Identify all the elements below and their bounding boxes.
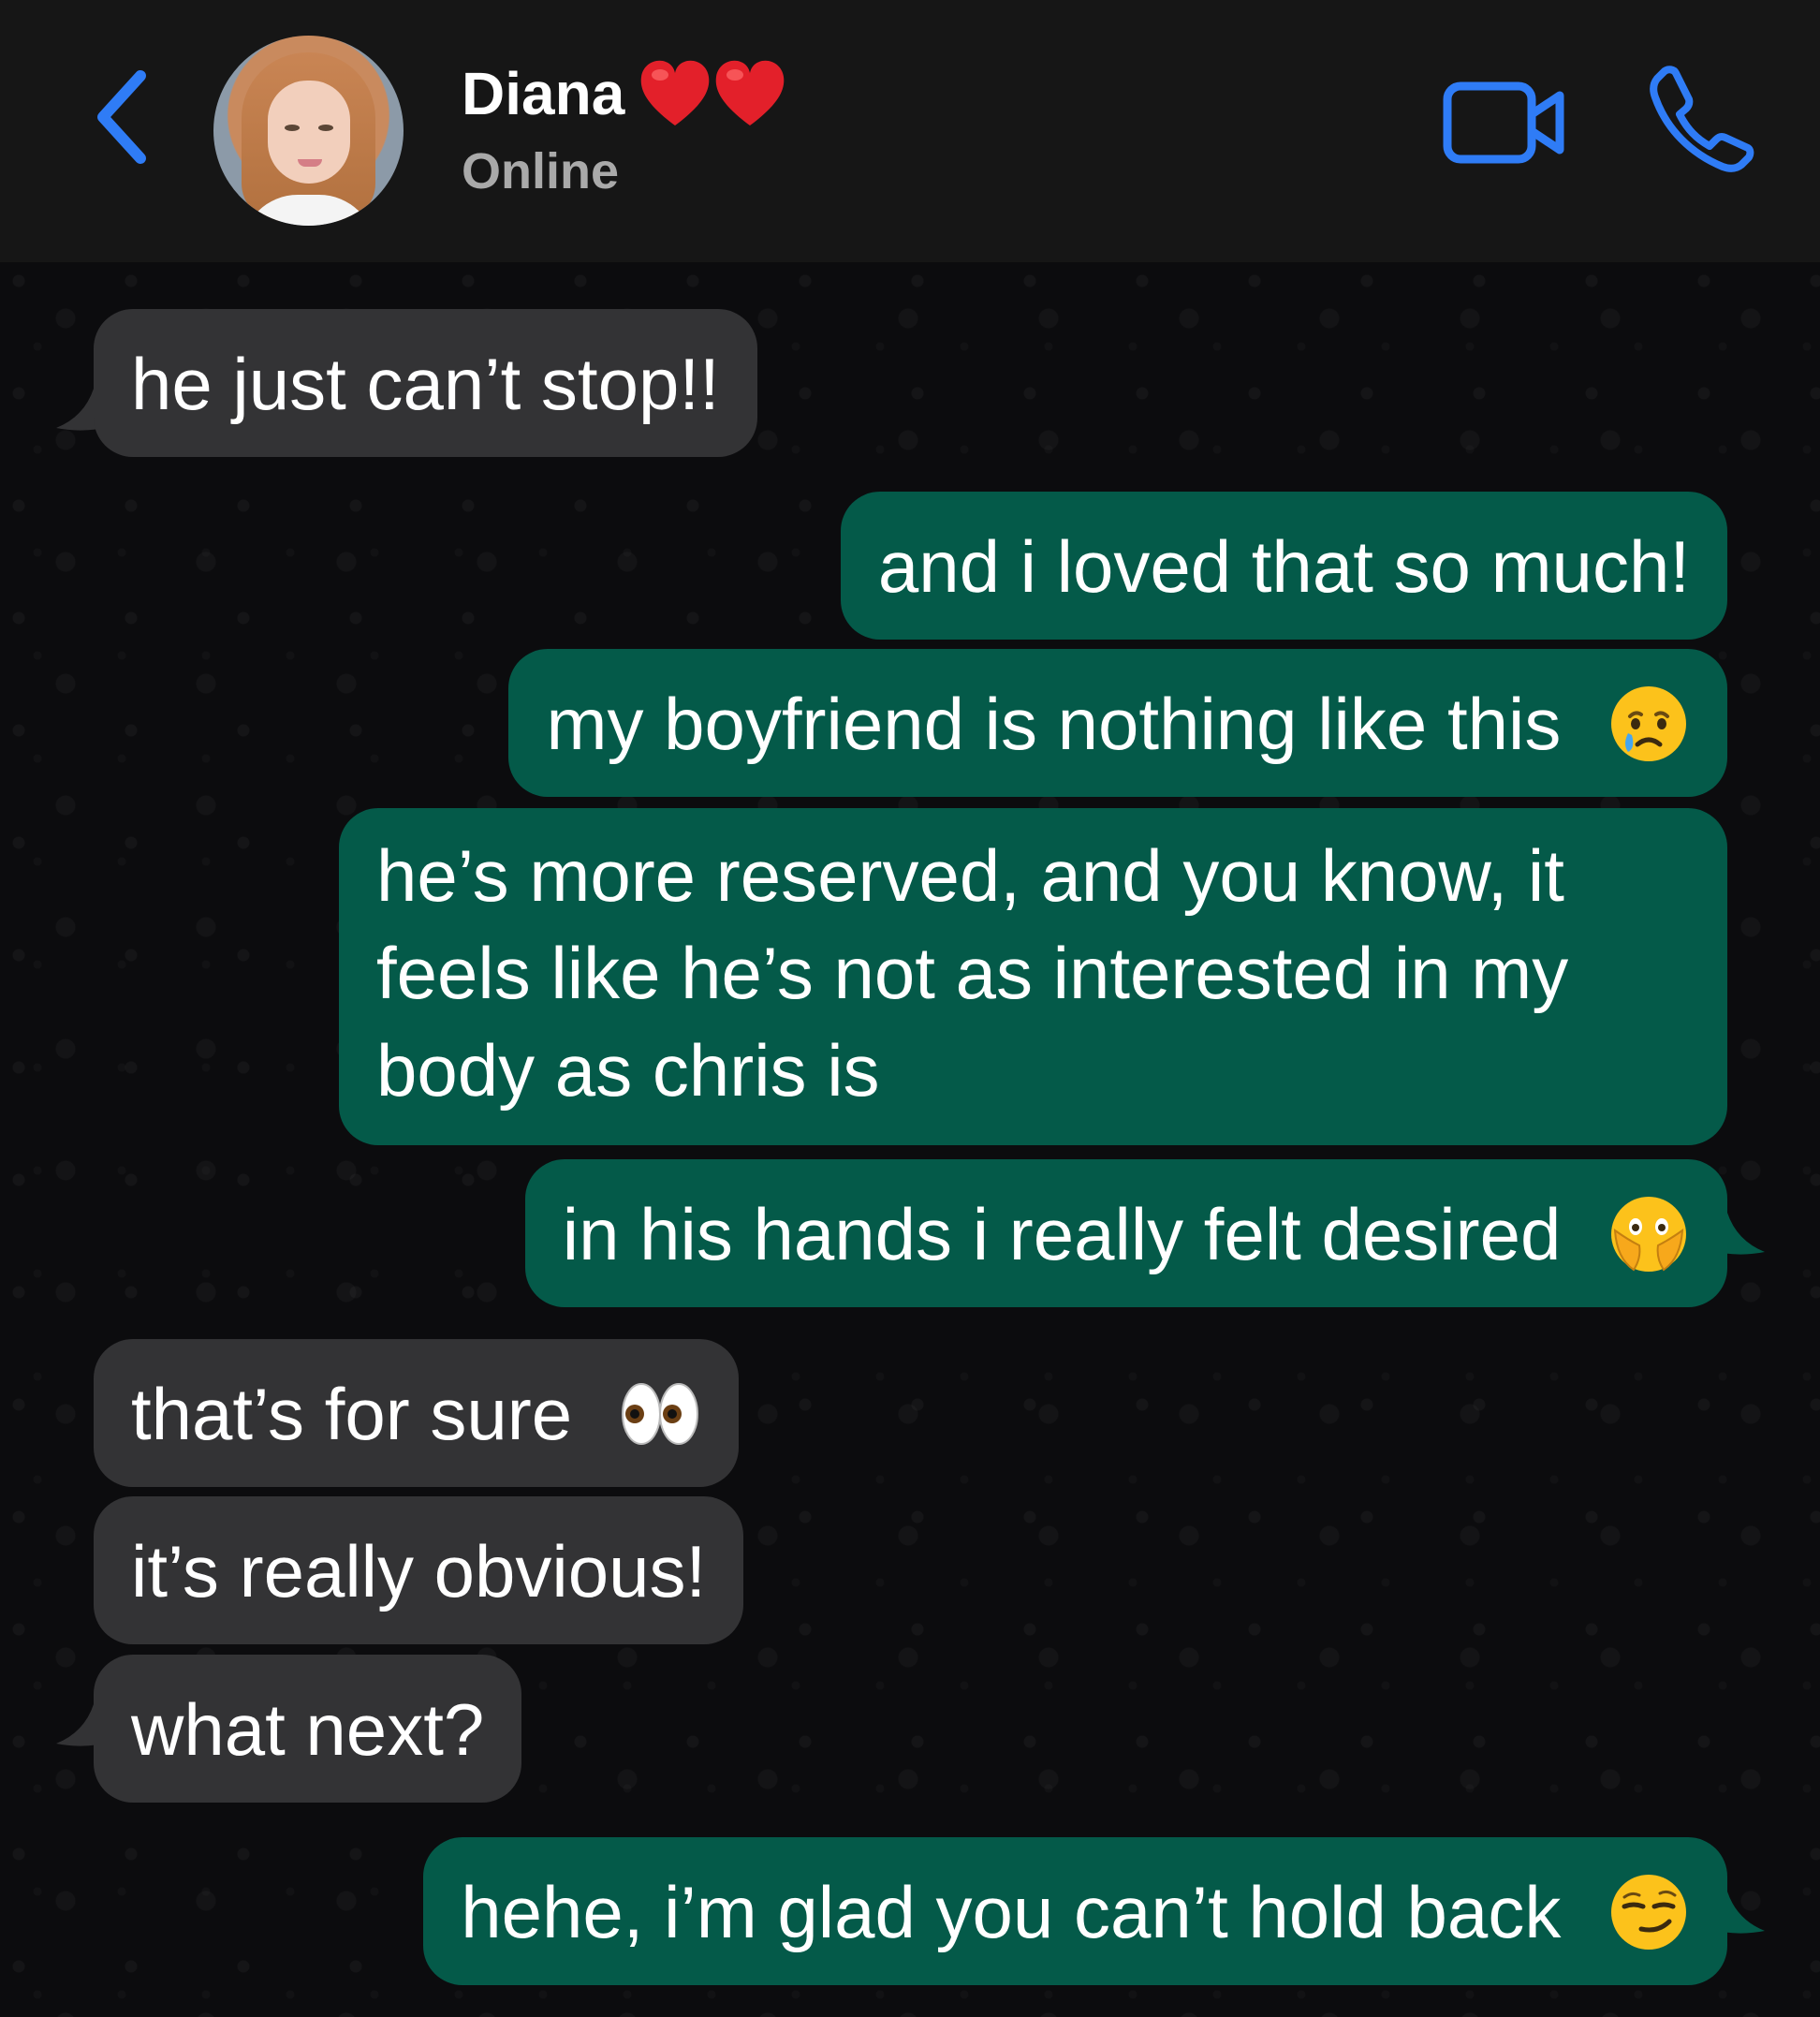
heart-icon: [640, 60, 710, 125]
message-text: and i loved that so much!: [877, 525, 1690, 609]
chat-header: Diana Online: [0, 0, 1820, 262]
message-incoming[interactable]: he just can’t stop!!: [94, 309, 757, 458]
hearts: [638, 58, 787, 129]
message-line: he’s more reserved, and you know, it: [376, 834, 1564, 917]
contact-status: Online: [462, 143, 620, 199]
message-outgoing[interactable]: my boyfriend is nothing like this: [508, 649, 1727, 798]
message-text: he just can’t stop!!: [131, 343, 720, 426]
contact-name-row[interactable]: Diana: [462, 56, 787, 131]
phone-call-icon: [1650, 66, 1754, 172]
message-text: in his hands i really felt desired: [562, 1193, 1562, 1276]
message-text: what next?: [131, 1688, 485, 1772]
message-outgoing[interactable]: and i loved that so much!: [840, 492, 1727, 640]
message-text: that’s for sure: [131, 1373, 573, 1456]
message-outgoing[interactable]: hehe, i’m glad you can’t hold back: [423, 1837, 1727, 1986]
crying-face-icon: [1611, 686, 1686, 762]
message-outgoing[interactable]: in his hands i really felt desired: [524, 1159, 1727, 1308]
avatar[interactable]: [213, 36, 404, 226]
video-call-icon: [1443, 81, 1564, 164]
message-text: my boyfriend is nothing like this: [546, 683, 1562, 766]
message-outgoing[interactable]: he’s more reserved, and you know, it fee…: [339, 808, 1727, 1145]
chat-area[interactable]: he just can’t stop!! and i loved that so…: [0, 262, 1820, 2017]
smirking-face-icon: [1611, 1875, 1686, 1951]
message-line: body as chris is: [376, 1029, 880, 1112]
back-button[interactable]: [84, 66, 159, 169]
message-incoming[interactable]: it’s really obvious!: [94, 1496, 744, 1645]
back-chevron-icon: [97, 70, 146, 164]
message-incoming[interactable]: what next?: [94, 1655, 522, 1804]
video-call-button[interactable]: [1442, 75, 1568, 169]
heart-icon: [715, 60, 785, 125]
message-incoming[interactable]: that’s for sure: [94, 1339, 739, 1488]
message-line: feels like he’s not as interested in my: [376, 932, 1569, 1014]
message-text: hehe, i’m glad you can’t hold back: [461, 1871, 1562, 1954]
contact-name: Diana: [462, 60, 625, 127]
message-text: it’s really obvious!: [131, 1530, 707, 1613]
voice-call-button[interactable]: [1648, 66, 1755, 173]
eyes-icon: [621, 1383, 698, 1446]
face-with-hand-over-mouth-icon: [1611, 1197, 1686, 1273]
